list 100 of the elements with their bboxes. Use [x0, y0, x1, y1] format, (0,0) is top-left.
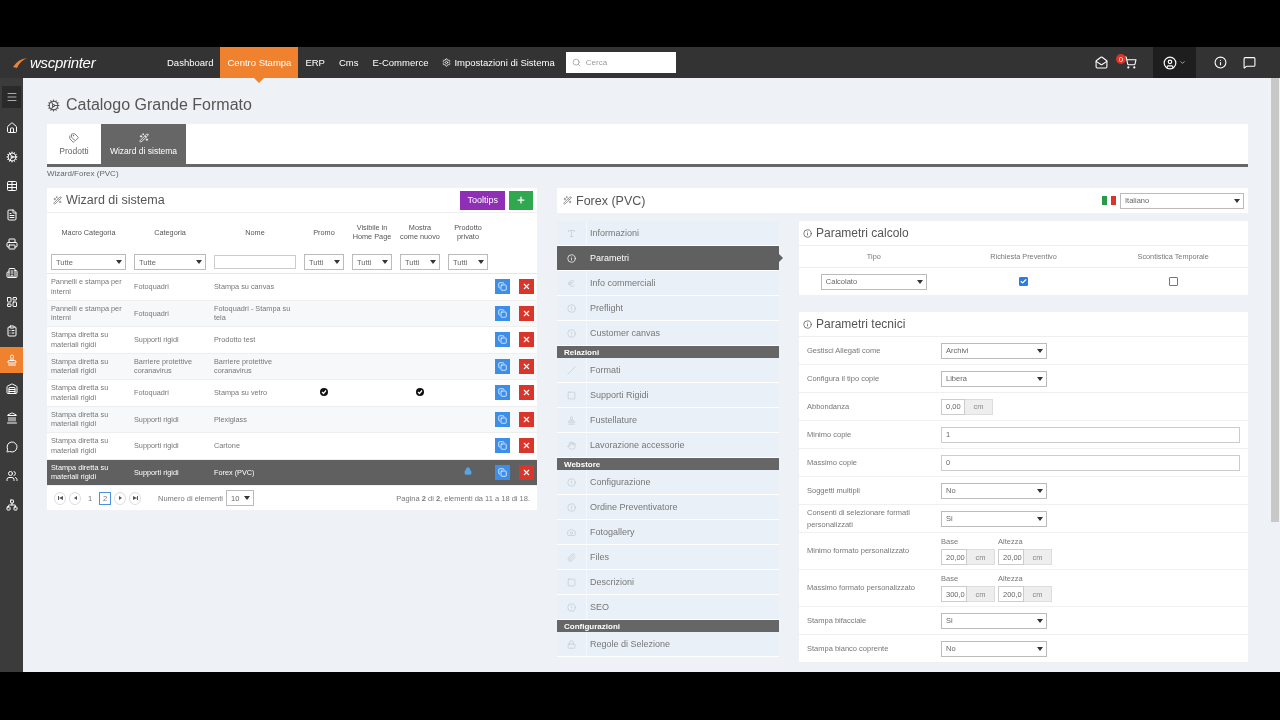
copy-button[interactable]	[495, 279, 510, 295]
chat-icon	[5, 441, 18, 453]
euro-icon	[567, 278, 576, 288]
section-header: Configurazioni	[557, 620, 779, 632]
copy-icon	[498, 308, 507, 318]
menu-button[interactable]	[2, 86, 21, 108]
house-icon	[5, 122, 18, 134]
menu-item[interactable]: Supporti Rigidi	[557, 383, 779, 408]
delete-button[interactable]	[519, 305, 534, 321]
info-icon	[1214, 56, 1227, 69]
menu-item[interactable]: Files	[557, 545, 779, 570]
tags-icon	[69, 132, 79, 143]
first-icon	[57, 496, 63, 500]
delete-button[interactable]	[519, 464, 534, 480]
close-icon	[522, 441, 531, 451]
envelope-icon	[1095, 56, 1108, 69]
menu-item[interactable]: Formati	[557, 358, 779, 383]
menu-item[interactable]: SEO	[557, 595, 779, 620]
hand-icon	[567, 440, 576, 450]
menu-item[interactable]: Descrizioni	[557, 570, 779, 595]
menu-item[interactable]: Regole di Selezione	[557, 632, 779, 657]
plus-icon	[516, 195, 526, 205]
nav-item[interactable]: Dashboard	[160, 47, 221, 78]
caret-icon	[196, 260, 202, 264]
caret-icon	[1037, 348, 1043, 353]
delete-button[interactable]	[519, 411, 534, 427]
breadcrumb: Wizard/Forex (PVC)	[47, 168, 120, 180]
info-icon	[567, 328, 576, 338]
caret-icon	[116, 260, 122, 264]
copy-button[interactable]	[495, 385, 510, 401]
close-icon	[522, 467, 531, 477]
speech-bubble-icon	[1243, 56, 1256, 69]
caret-icon	[1037, 646, 1043, 651]
checkbox[interactable]	[1019, 277, 1028, 286]
panel-icon	[567, 390, 576, 400]
nav-item[interactable]: Impostazioni di Sistema	[435, 47, 562, 78]
copy-button[interactable]	[495, 332, 510, 348]
last-icon	[132, 496, 138, 500]
info-icon	[567, 477, 576, 487]
chevron-icon	[1179, 59, 1186, 66]
caret-icon	[1037, 516, 1043, 521]
check-circle-icon	[416, 387, 424, 396]
copy-button[interactable]	[495, 464, 510, 480]
nav-item[interactable]: Cms	[331, 47, 366, 78]
printer-icon	[5, 238, 18, 250]
filter-input[interactable]	[214, 255, 296, 269]
menu-item[interactable]: Fustellature	[557, 408, 779, 433]
menu-item[interactable]: Lavorazione accessorie	[557, 433, 779, 458]
tab[interactable]: Wizard di sistema	[101, 124, 186, 164]
cart-icon	[1124, 56, 1137, 69]
menu-item[interactable]: Customer canvas	[557, 321, 779, 346]
menu-item[interactable]: Info commerciali	[557, 271, 779, 296]
copy-button[interactable]	[495, 411, 510, 427]
delete-button[interactable]	[519, 279, 534, 295]
delete-button[interactable]	[519, 332, 534, 348]
document-icon	[5, 209, 18, 221]
product-title: Forex (PVC)	[576, 193, 646, 208]
close-icon	[522, 308, 531, 318]
checkbox[interactable]	[1168, 277, 1178, 286]
copy-button[interactable]	[495, 358, 510, 374]
menu-item[interactable]: Ordine Preventivatore	[557, 495, 779, 520]
warehouse-icon	[5, 383, 18, 395]
menu-item[interactable]: Fotogallery	[557, 520, 779, 545]
logo-text: wscprinter	[30, 54, 96, 71]
nav-item[interactable]: ERP	[298, 47, 332, 78]
users-icon	[5, 470, 18, 482]
info-icon	[567, 502, 576, 512]
clipboard-icon	[5, 325, 18, 337]
caret-icon	[916, 279, 923, 284]
add-button[interactable]	[509, 190, 533, 210]
caret-icon	[478, 260, 484, 264]
delete-button[interactable]	[519, 438, 534, 454]
close-icon	[522, 361, 531, 371]
caret-icon	[1037, 488, 1043, 493]
copy-button[interactable]	[495, 305, 510, 321]
letter-icon	[567, 228, 576, 238]
menu-item[interactable]: Configurazione	[557, 470, 779, 495]
menu-item[interactable]: Preflight	[557, 296, 779, 321]
info-icon	[567, 602, 576, 612]
info-icon	[567, 303, 576, 313]
copy-button[interactable]	[495, 438, 510, 454]
wand-icon	[138, 132, 149, 143]
caret-icon	[1037, 376, 1043, 381]
section-header: Relazioni	[557, 346, 779, 358]
copy-icon	[498, 414, 507, 424]
lock-icon	[567, 639, 576, 649]
next-icon	[118, 496, 122, 500]
settings-icon	[442, 58, 452, 67]
section-title: Parametri tecnici	[816, 317, 906, 331]
menu-item[interactable]: Informazioni	[557, 221, 779, 246]
scrollbar-thumb[interactable]	[1271, 78, 1279, 522]
copy-icon	[498, 335, 507, 345]
delete-button[interactable]	[519, 358, 534, 374]
nav-item[interactable]: E-Commerce	[365, 47, 436, 78]
info-icon	[567, 253, 576, 263]
close-icon	[522, 282, 531, 292]
copy-icon	[498, 361, 507, 371]
tooltips-button[interactable]: Tooltips	[460, 190, 505, 210]
delete-button[interactable]	[519, 385, 534, 401]
user-menu-button[interactable]	[1153, 47, 1196, 78]
